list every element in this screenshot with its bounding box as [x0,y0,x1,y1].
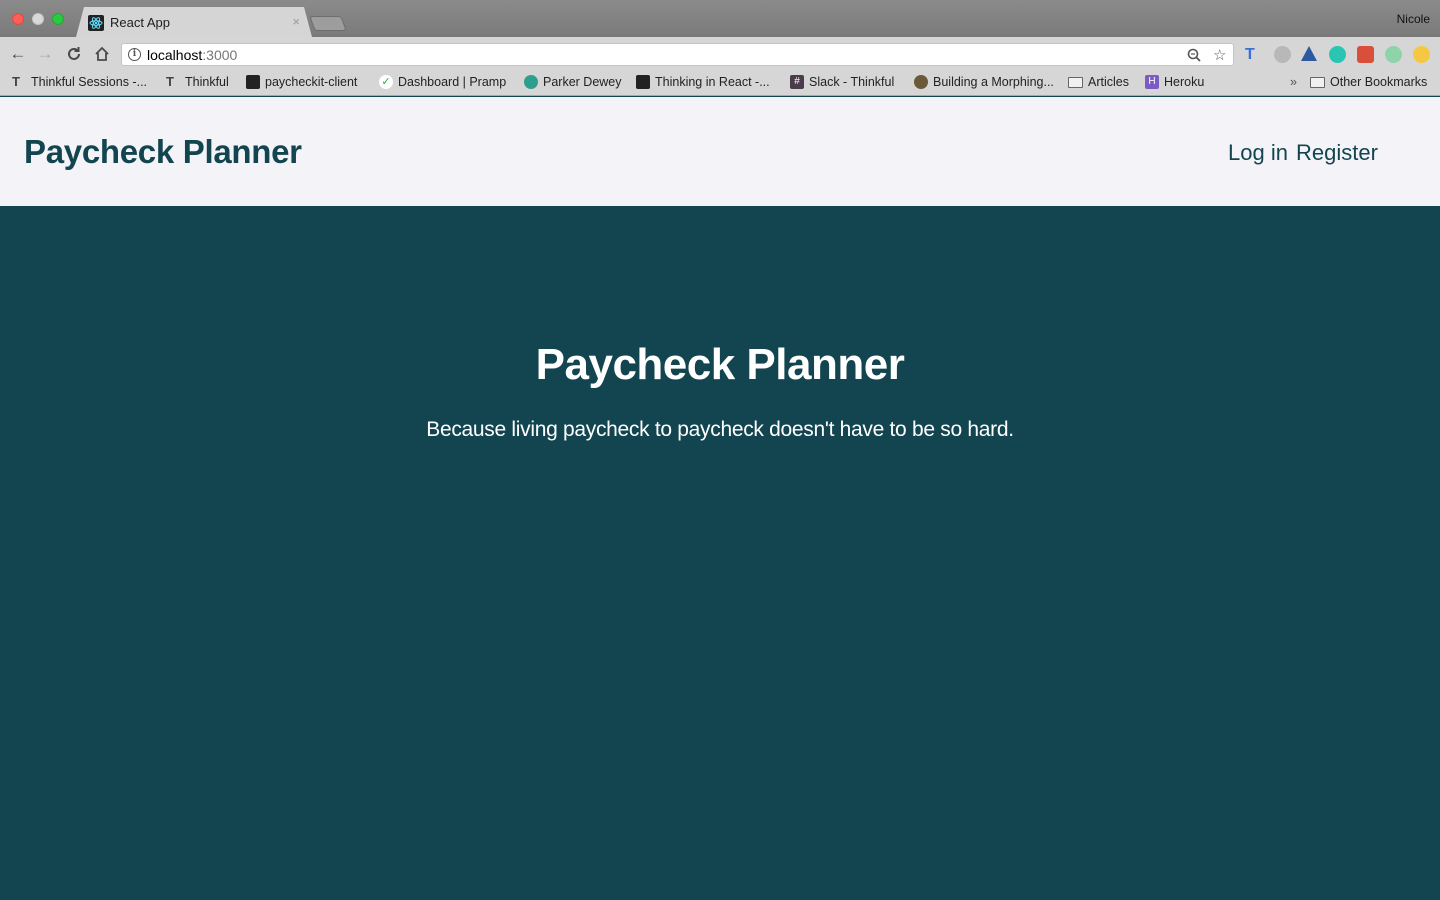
parker-dewey-icon [524,75,538,89]
back-arrow-icon[interactable]: ← [9,45,27,63]
bookmarks-bar: T Thinkful Sessions -... T Thinkful payc… [0,71,1440,96]
new-tab-button[interactable] [309,16,347,31]
home-icon[interactable] [93,45,111,63]
green-extension-icon[interactable] [1385,46,1402,63]
react-icon [88,15,104,31]
folder-icon [1068,76,1083,88]
bookmark-articles-folder[interactable]: Articles [1068,75,1129,89]
check-icon: ✓ [379,75,393,89]
m-extension-icon[interactable] [1329,46,1346,63]
bookmark-parker-dewey[interactable]: Parker Dewey [524,75,622,89]
react-icon [636,75,650,89]
avatar-icon [914,75,928,89]
bookmark-pramp[interactable]: ✓ Dashboard | Pramp [379,75,506,89]
react-icon [246,75,260,89]
folder-icon [1310,76,1325,88]
tab-title: React App [110,15,170,30]
bookmark-thinking-in-react[interactable]: Thinking in React -... [636,75,770,89]
site-info-icon[interactable]: i [128,48,141,61]
bookmarks-overflow-button[interactable]: » [1290,75,1297,89]
zoom-icon[interactable] [1187,48,1201,62]
yellow-extension-icon[interactable] [1413,46,1430,63]
blocked-extension-icon[interactable] [1274,46,1291,63]
thinkful-extension-icon[interactable]: T [1245,46,1262,63]
register-link[interactable]: Register [1296,140,1378,166]
red-extension-icon[interactable] [1357,46,1374,63]
tab-close-icon[interactable]: × [292,14,300,29]
bookmark-star-icon[interactable]: ☆ [1213,46,1226,64]
bookmark-heroku[interactable]: H Heroku [1145,75,1204,89]
address-bar[interactable]: i localhost:3000 ☆ [121,43,1234,66]
profile-name[interactable]: Nicole [1397,12,1430,26]
bookmark-paycheckit-client[interactable]: paycheckit-client [246,75,357,89]
minimize-window-button[interactable] [32,13,44,25]
brand-logo-text[interactable]: Paycheck Planner [24,133,302,171]
bookmark-slack-thinkful[interactable]: # Slack - Thinkful [790,75,894,89]
login-link[interactable]: Log in [1228,140,1288,166]
bookmark-building-morphing[interactable]: Building a Morphing... [914,75,1054,89]
other-bookmarks-folder[interactable]: Other Bookmarks [1310,75,1427,89]
slack-icon: # [790,75,804,89]
browser-tab-strip: React App × Nicole [0,0,1440,37]
maximize-window-button[interactable] [52,13,64,25]
address-url: localhost:3000 [147,47,238,63]
hero-subtitle: Because living paycheck to paycheck does… [426,418,1014,441]
thinkful-icon: T [166,74,174,89]
browser-toolbar: ← → i localhost:3000 ☆ T [0,37,1440,71]
forward-arrow-icon[interactable]: → [36,45,54,63]
thinkful-icon: T [12,74,20,89]
reload-icon[interactable] [65,45,83,63]
bookmark-thinkful-sessions[interactable]: T Thinkful Sessions -... [12,74,147,90]
triangle-extension-icon[interactable] [1301,46,1317,61]
app-header: Paycheck Planner Log in Register [0,97,1440,206]
heroku-icon: H [1145,75,1159,89]
browser-tab[interactable]: React App × [76,7,312,37]
hero-title: Paycheck Planner [535,340,905,389]
bookmark-thinkful[interactable]: T Thinkful [166,74,229,90]
close-window-button[interactable] [12,13,24,25]
